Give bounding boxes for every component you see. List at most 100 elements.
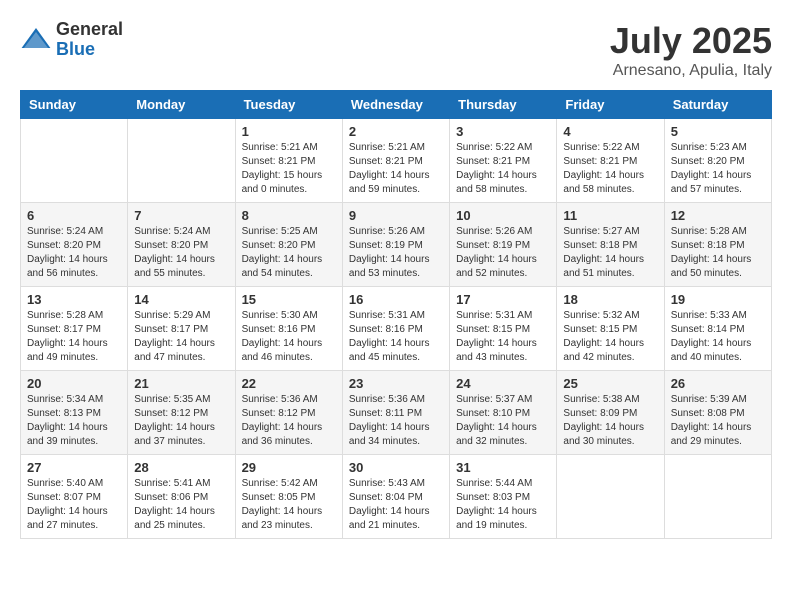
calendar-cell [557,455,664,539]
calendar-cell: 15 Sunrise: 5:30 AM Sunset: 8:16 PM Dayli… [235,287,342,371]
day-info: Sunrise: 5:36 AM Sunset: 8:12 PM Dayligh… [242,393,336,449]
calendar-cell: 30 Sunrise: 5:43 AM Sunset: 8:04 PM Dayli… [342,455,449,539]
day-number: 22 [242,376,336,391]
calendar-cell: 26 Sunrise: 5:39 AM Sunset: 8:08 PM Dayli… [664,371,771,455]
calendar-cell [128,119,235,203]
day-info: Sunrise: 5:37 AM Sunset: 8:10 PM Dayligh… [456,393,550,449]
day-number: 12 [671,208,765,223]
page-header: General Blue July 2025 Arnesano, Apulia,… [20,20,772,80]
day-info: Sunrise: 5:36 AM Sunset: 8:11 PM Dayligh… [349,393,443,449]
calendar-cell: 11 Sunrise: 5:27 AM Sunset: 8:18 PM Dayli… [557,203,664,287]
day-info: Sunrise: 5:43 AM Sunset: 8:04 PM Dayligh… [349,477,443,533]
day-number: 19 [671,292,765,307]
day-info: Sunrise: 5:26 AM Sunset: 8:19 PM Dayligh… [456,225,550,281]
calendar-cell: 3 Sunrise: 5:22 AM Sunset: 8:21 PM Daylig… [450,119,557,203]
day-number: 30 [349,460,443,475]
day-info: Sunrise: 5:40 AM Sunset: 8:07 PM Dayligh… [27,477,121,533]
day-info: Sunrise: 5:41 AM Sunset: 8:06 PM Dayligh… [134,477,228,533]
day-number: 18 [563,292,657,307]
calendar-cell: 18 Sunrise: 5:32 AM Sunset: 8:15 PM Dayli… [557,287,664,371]
calendar-location: Arnesano, Apulia, Italy [610,62,772,80]
day-number: 3 [456,124,550,139]
calendar-header-row: SundayMondayTuesdayWednesdayThursdayFrid… [21,91,772,119]
calendar-cell: 5Sunrise: 5:23 AM Sunset: 8:20 PM Daylig… [664,119,771,203]
day-info: Sunrise: 5:31 AM Sunset: 8:16 PM Dayligh… [349,309,443,365]
day-number: 14 [134,292,228,307]
calendar-cell: 27 Sunrise: 5:40 AM Sunset: 8:07 PM Dayli… [21,455,128,539]
calendar-table: SundayMondayTuesdayWednesdayThursdayFrid… [20,90,772,539]
day-number: 25 [563,376,657,391]
day-info: Sunrise: 5:32 AM Sunset: 8:15 PM Dayligh… [563,309,657,365]
logo-text: General Blue [56,20,123,60]
day-info: Sunrise: 5:33 AM Sunset: 8:14 PM Dayligh… [671,309,765,365]
calendar-cell: 1 Sunrise: 5:21 AM Sunset: 8:21 PM Daylig… [235,119,342,203]
calendar-cell: 22 Sunrise: 5:36 AM Sunset: 8:12 PM Dayli… [235,371,342,455]
calendar-cell: 21Sunrise: 5:35 AM Sunset: 8:12 PM Dayli… [128,371,235,455]
logo-icon [20,24,52,56]
day-info: Sunrise: 5:27 AM Sunset: 8:18 PM Dayligh… [563,225,657,281]
calendar-cell: 6 Sunrise: 5:24 AM Sunset: 8:20 PM Daylig… [21,203,128,287]
day-number: 8 [242,208,336,223]
header-friday: Friday [557,91,664,119]
day-number: 24 [456,376,550,391]
day-info: Sunrise: 5:31 AM Sunset: 8:15 PM Dayligh… [456,309,550,365]
day-number: 16 [349,292,443,307]
calendar-cell [21,119,128,203]
calendar-cell: 12Sunrise: 5:28 AM Sunset: 8:18 PM Dayli… [664,203,771,287]
header-wednesday: Wednesday [342,91,449,119]
day-number: 2 [349,124,443,139]
day-number: 6 [27,208,121,223]
day-info: Sunrise: 5:22 AM Sunset: 8:21 PM Dayligh… [563,141,657,197]
week-row-3: 13Sunrise: 5:28 AM Sunset: 8:17 PM Dayli… [21,287,772,371]
day-number: 10 [456,208,550,223]
day-number: 26 [671,376,765,391]
calendar-cell: 10 Sunrise: 5:26 AM Sunset: 8:19 PM Dayli… [450,203,557,287]
day-number: 29 [242,460,336,475]
day-info: Sunrise: 5:24 AM Sunset: 8:20 PM Dayligh… [27,225,121,281]
calendar-cell: 14 Sunrise: 5:29 AM Sunset: 8:17 PM Dayli… [128,287,235,371]
day-number: 28 [134,460,228,475]
day-info: Sunrise: 5:22 AM Sunset: 8:21 PM Dayligh… [456,141,550,197]
calendar-cell: 29Sunrise: 5:42 AM Sunset: 8:05 PM Dayli… [235,455,342,539]
calendar-cell: 16 Sunrise: 5:31 AM Sunset: 8:16 PM Dayli… [342,287,449,371]
day-info: Sunrise: 5:28 AM Sunset: 8:17 PM Dayligh… [27,309,121,365]
logo-general-text: General [56,20,123,40]
day-info: Sunrise: 5:35 AM Sunset: 8:12 PM Dayligh… [134,393,228,449]
day-number: 7 [134,208,228,223]
header-monday: Monday [128,91,235,119]
calendar-cell: 17Sunrise: 5:31 AM Sunset: 8:15 PM Dayli… [450,287,557,371]
calendar-cell: 8Sunrise: 5:25 AM Sunset: 8:20 PM Daylig… [235,203,342,287]
day-info: Sunrise: 5:39 AM Sunset: 8:08 PM Dayligh… [671,393,765,449]
day-number: 11 [563,208,657,223]
calendar-cell: 23 Sunrise: 5:36 AM Sunset: 8:11 PM Dayli… [342,371,449,455]
day-number: 20 [27,376,121,391]
calendar-cell: 19 Sunrise: 5:33 AM Sunset: 8:14 PM Dayli… [664,287,771,371]
header-saturday: Saturday [664,91,771,119]
day-info: Sunrise: 5:38 AM Sunset: 8:09 PM Dayligh… [563,393,657,449]
calendar-cell: 13Sunrise: 5:28 AM Sunset: 8:17 PM Dayli… [21,287,128,371]
day-info: Sunrise: 5:44 AM Sunset: 8:03 PM Dayligh… [456,477,550,533]
week-row-5: 27 Sunrise: 5:40 AM Sunset: 8:07 PM Dayli… [21,455,772,539]
title-block: July 2025 Arnesano, Apulia, Italy [610,20,772,80]
header-thursday: Thursday [450,91,557,119]
day-number: 27 [27,460,121,475]
week-row-4: 20 Sunrise: 5:34 AM Sunset: 8:13 PM Dayli… [21,371,772,455]
day-number: 1 [242,124,336,139]
day-info: Sunrise: 5:21 AM Sunset: 8:21 PM Dayligh… [242,141,336,197]
day-info: Sunrise: 5:30 AM Sunset: 8:16 PM Dayligh… [242,309,336,365]
day-number: 15 [242,292,336,307]
day-info: Sunrise: 5:26 AM Sunset: 8:19 PM Dayligh… [349,225,443,281]
header-sunday: Sunday [21,91,128,119]
calendar-cell [664,455,771,539]
header-tuesday: Tuesday [235,91,342,119]
day-info: Sunrise: 5:21 AM Sunset: 8:21 PM Dayligh… [349,141,443,197]
day-number: 5 [671,124,765,139]
logo: General Blue [20,20,123,60]
day-number: 9 [349,208,443,223]
day-info: Sunrise: 5:34 AM Sunset: 8:13 PM Dayligh… [27,393,121,449]
day-number: 23 [349,376,443,391]
calendar-cell: 7Sunrise: 5:24 AM Sunset: 8:20 PM Daylig… [128,203,235,287]
calendar-cell: 9 Sunrise: 5:26 AM Sunset: 8:19 PM Daylig… [342,203,449,287]
day-info: Sunrise: 5:29 AM Sunset: 8:17 PM Dayligh… [134,309,228,365]
day-number: 31 [456,460,550,475]
